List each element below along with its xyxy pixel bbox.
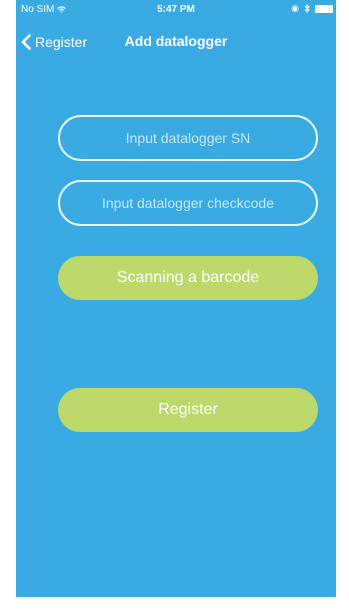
register-button[interactable]: Register [58,388,318,432]
status-bar: No SIM 5:47 PM ◉ [16,0,336,20]
page-title: Add datalogger [124,33,228,49]
battery-icon [315,4,333,13]
status-time: 5:47 PM [157,4,195,15]
datalogger-checkcode-input[interactable] [58,180,318,226]
scan-barcode-button[interactable]: Scanning a barcode [58,256,318,300]
navigation-bar: Register Add datalogger [16,20,336,64]
status-indicators: ◉ [291,4,333,13]
bluetooth-icon [304,4,310,13]
location-icon: ◉ [291,3,299,13]
datalogger-sn-input[interactable] [58,115,318,161]
app-screen: No SIM 5:47 PM ◉ Register Add datalogger [16,0,336,597]
